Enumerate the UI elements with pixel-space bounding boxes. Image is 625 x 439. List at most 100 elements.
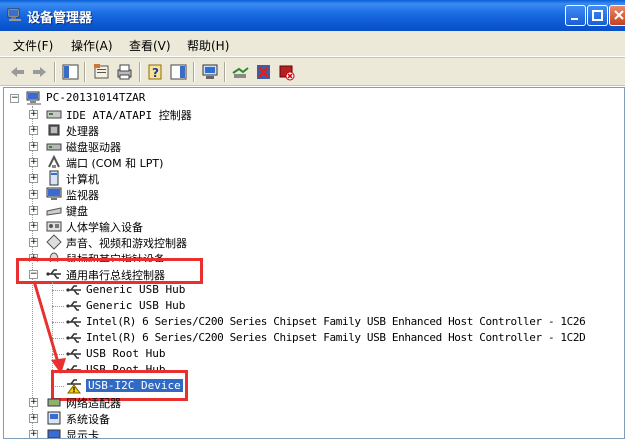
minimize-icon [571, 18, 578, 20]
expand-icon[interactable]: + [29, 126, 38, 135]
svg-text:?: ? [152, 66, 159, 80]
expand-icon[interactable]: + [29, 110, 38, 119]
expand-icon[interactable]: + [29, 238, 38, 247]
usb-device-item[interactable]: Intel(R) 6 Series/C200 Series Chipset Fa… [8, 330, 618, 346]
maximize-icon [592, 10, 603, 21]
maximize-button[interactable] [587, 5, 608, 26]
toolbar: ? [0, 57, 625, 86]
tree-category[interactable]: + 磁盘驱动器 [8, 138, 308, 154]
toolbar-separator [224, 62, 226, 82]
menu-file[interactable]: 文件(F) [13, 37, 53, 54]
tree-category[interactable]: + 声音、视频和游戏控制器 [8, 234, 308, 250]
properties-icon[interactable] [92, 63, 111, 81]
usb-icon [66, 333, 81, 343]
device-manager-icon [7, 8, 21, 21]
window-title: 设备管理器 [27, 11, 93, 26]
device-label: Generic USB Hub [86, 283, 186, 296]
usb-icon [66, 285, 81, 295]
show-hide-tree-icon[interactable] [61, 63, 80, 81]
device-label: Generic USB Hub [86, 299, 186, 312]
disk-drive-icon [46, 143, 62, 151]
close-icon [614, 10, 624, 20]
device-label: USB Root Hub [86, 347, 166, 360]
category-label: 磁盘驱动器 [66, 141, 121, 154]
menu-help[interactable]: 帮助(H) [187, 37, 229, 54]
view-list-icon[interactable] [169, 63, 188, 81]
expand-icon[interactable]: + [29, 206, 38, 215]
scan-hardware-icon[interactable] [201, 63, 220, 81]
help-icon[interactable]: ? [146, 63, 165, 81]
disable-device-icon[interactable] [254, 63, 273, 81]
tree-category[interactable]: + 计算机 [8, 170, 308, 186]
print-icon[interactable] [115, 63, 134, 81]
display-adapter-icon [47, 429, 61, 438]
computer-icon [49, 170, 59, 186]
keyboard-icon [46, 207, 62, 216]
tree-category[interactable]: + 处理器 [8, 122, 308, 138]
menu-action[interactable]: 操作(A) [71, 37, 113, 54]
expand-icon[interactable]: + [29, 398, 38, 407]
processor-icon [48, 124, 60, 136]
category-label: 网络适配器 [66, 397, 121, 410]
root-label: PC-20131014TZAR [46, 91, 146, 104]
expand-icon[interactable]: + [29, 222, 38, 231]
category-label: IDE ATA/ATAPI 控制器 [66, 109, 192, 122]
back-arrow-icon[interactable] [8, 63, 27, 81]
usb-device-item[interactable]: Intel(R) 6 Series/C200 Series Chipset Fa… [8, 314, 618, 330]
expand-icon[interactable]: + [29, 174, 38, 183]
hid-icon [46, 221, 62, 232]
expand-icon[interactable]: + [29, 430, 38, 438]
category-label: 显示卡 [66, 429, 99, 438]
system-device-icon [47, 411, 61, 425]
toolbar-separator [139, 62, 141, 82]
category-label: 声音、视频和游戏控制器 [66, 237, 187, 250]
tree-category[interactable]: + 系统设备 [8, 410, 308, 426]
toolbar-separator [54, 62, 56, 82]
tree-category[interactable]: + 键盘 [8, 202, 308, 218]
expand-icon[interactable]: + [29, 190, 38, 199]
device-tree[interactable]: − PC-20131014TZAR + IDE ATA/ATAPI 控制器 + … [3, 87, 625, 439]
sound-icon [46, 234, 62, 250]
tree-category[interactable]: + 人体学输入设备 [8, 218, 308, 234]
device-label: Intel(R) 6 Series/C200 Series Chipset Fa… [86, 315, 586, 328]
usb-icon [66, 317, 81, 327]
device-label: Intel(R) 6 Series/C200 Series Chipset Fa… [86, 331, 586, 344]
tree-category[interactable]: + 监视器 [8, 186, 308, 202]
menu-view[interactable]: 查看(V) [129, 37, 171, 54]
category-label: 系统设备 [66, 413, 110, 426]
category-label: 监视器 [66, 189, 99, 202]
category-label: 人体学输入设备 [66, 221, 143, 234]
category-label: 端口 (COM 和 LPT) [66, 157, 164, 170]
toolbar-separator [193, 62, 195, 82]
computer-icon [26, 91, 41, 105]
usb-icon [66, 349, 81, 359]
ide-controller-icon [46, 110, 62, 119]
uninstall-icon[interactable] [277, 63, 296, 81]
tree-root[interactable]: − PC-20131014TZAR [8, 90, 208, 106]
tree-category[interactable]: + IDE ATA/ATAPI 控制器 [8, 106, 308, 122]
expand-icon[interactable]: + [29, 142, 38, 151]
title-bar[interactable]: 设备管理器 [0, 0, 625, 31]
forward-arrow-icon[interactable] [30, 63, 49, 81]
minimize-button[interactable] [565, 5, 586, 26]
port-icon [48, 154, 60, 168]
close-button[interactable] [609, 5, 625, 26]
expand-icon[interactable]: + [29, 414, 38, 423]
menu-bar: 文件(F) 操作(A) 查看(V) 帮助(H) [0, 31, 625, 57]
highlight-box-usb-category [16, 258, 203, 284]
expand-icon[interactable]: + [29, 158, 38, 167]
toolbar-separator [84, 62, 86, 82]
category-label: 键盘 [66, 205, 88, 218]
category-label: 计算机 [66, 173, 99, 186]
tree-category[interactable]: + 网络适配器 [8, 394, 308, 410]
usb-device-item[interactable]: USB Root Hub [8, 346, 608, 362]
update-driver-icon[interactable] [231, 63, 250, 81]
collapse-icon[interactable]: − [10, 94, 19, 103]
monitor-icon [46, 187, 62, 200]
category-label: 处理器 [66, 125, 99, 138]
tree-category[interactable]: + 显示卡 [8, 426, 308, 438]
usb-device-item[interactable]: Generic USB Hub [8, 282, 608, 298]
tree-category[interactable]: + 端口 (COM 和 LPT) [8, 154, 308, 170]
usb-icon [66, 301, 81, 311]
usb-device-item[interactable]: Generic USB Hub [8, 298, 608, 314]
